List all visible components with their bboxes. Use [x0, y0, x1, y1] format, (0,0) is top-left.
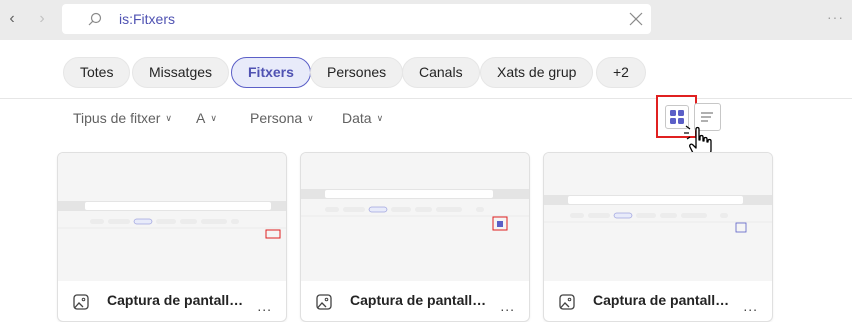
filter-file-type[interactable]: Tipus de fitxer ∨	[73, 108, 172, 128]
filter-label: Tipus de fitxer	[73, 110, 161, 126]
file-card[interactable]: Captura de pantalla ... ...	[57, 152, 287, 322]
chip-missatges[interactable]: Missatges	[132, 57, 230, 88]
image-file-icon	[73, 294, 89, 310]
chip-xats-de-grup[interactable]: Xats de grup	[480, 57, 594, 88]
back-button[interactable]: ‹	[3, 9, 21, 29]
search-icon	[88, 12, 102, 26]
image-file-icon	[559, 294, 575, 310]
file-name[interactable]: Captura de pantalla ...	[350, 292, 490, 308]
window-more-button[interactable]: ···	[827, 9, 844, 25]
chip-persones[interactable]: Persones	[310, 57, 404, 88]
screenshot-preview	[301, 189, 529, 231]
search-input[interactable]	[119, 9, 619, 29]
filter-to[interactable]: A ∨	[196, 108, 217, 128]
file-name[interactable]: Captura de pantalla ...	[107, 292, 247, 308]
close-icon[interactable]	[629, 12, 643, 26]
chevron-down-icon: ∨	[210, 113, 217, 123]
chip-more[interactable]: +2	[596, 57, 646, 88]
more-options-button[interactable]: ...	[500, 298, 515, 314]
filter-label: Data	[342, 110, 372, 126]
chevron-down-icon: ∨	[307, 113, 314, 123]
title-bar: ‹ › ···	[0, 0, 852, 40]
search-box[interactable]	[62, 4, 651, 34]
file-card[interactable]: Captura de pantalla ... ...	[543, 152, 773, 322]
file-name[interactable]: Captura de pantalla ...	[593, 292, 733, 308]
more-options-button[interactable]: ...	[257, 298, 272, 314]
chip-canals[interactable]: Canals	[402, 57, 480, 88]
divider	[0, 98, 852, 99]
chip-fitxers[interactable]: Fitxers	[231, 57, 311, 88]
file-thumbnail	[301, 153, 529, 281]
more-options-button[interactable]: ...	[743, 298, 758, 314]
screenshot-preview	[58, 201, 286, 239]
file-thumbnail	[58, 153, 286, 281]
forward-button[interactable]: ›	[33, 9, 51, 29]
chip-totes[interactable]: Totes	[63, 57, 131, 88]
file-thumbnail	[544, 153, 772, 281]
filter-label: A	[196, 110, 206, 126]
chevron-down-icon: ∨	[376, 113, 384, 123]
filter-date[interactable]: Data ∨	[342, 108, 383, 128]
image-file-icon	[316, 294, 332, 310]
file-card[interactable]: Captura de pantalla ... ...	[300, 152, 530, 322]
filter-label: Persona	[250, 110, 303, 126]
filter-person[interactable]: Persona ∨	[250, 108, 314, 128]
screenshot-preview	[544, 195, 772, 233]
chevron-down-icon: ∨	[165, 113, 172, 123]
